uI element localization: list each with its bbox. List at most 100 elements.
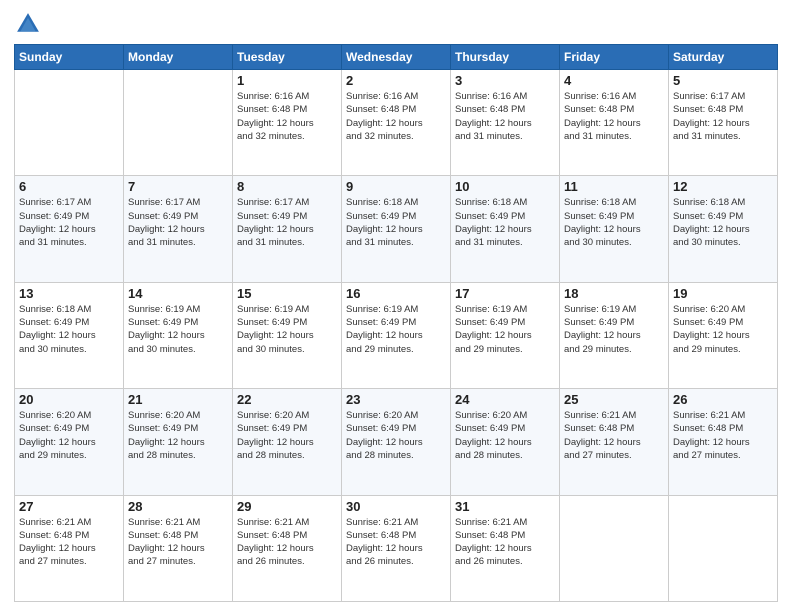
day-number: 20	[19, 392, 119, 407]
calendar-cell: 15 Sunrise: 6:19 AMSunset: 6:49 PMDayligh…	[233, 282, 342, 388]
day-number: 25	[564, 392, 664, 407]
calendar-cell: 8Sunrise: 6:17 AMSunset: 6:49 PMDaylight…	[233, 176, 342, 282]
logo	[14, 10, 46, 38]
calendar-cell	[15, 70, 124, 176]
day-number: 21	[128, 392, 228, 407]
day-number: 16	[346, 286, 446, 301]
calendar-cell: 21 Sunrise: 6:20 AMSunset: 6:49 PMDayligh…	[124, 389, 233, 495]
day-info: Sunrise: 6:21 AMSunset: 6:48 PMDaylight:…	[128, 516, 228, 569]
calendar-cell: 28 Sunrise: 6:21 AMSunset: 6:48 PMDayligh…	[124, 495, 233, 601]
day-number: 6	[19, 179, 119, 194]
day-number: 9	[346, 179, 446, 194]
day-number: 18	[564, 286, 664, 301]
day-info: Sunrise: 6:19 AMSunset: 6:49 PMDaylight:…	[455, 303, 555, 356]
calendar-week-row: 1 Sunrise: 6:16 AMSunset: 6:48 PMDaylight…	[15, 70, 778, 176]
day-number: 19	[673, 286, 773, 301]
calendar-cell: 13Sunrise: 6:18 AMSunset: 6:49 PMDayligh…	[15, 282, 124, 388]
calendar-cell: 11 Sunrise: 6:18 AMSunset: 6:49 PMDayligh…	[560, 176, 669, 282]
calendar-cell: 29 Sunrise: 6:21 AMSunset: 6:48 PMDayligh…	[233, 495, 342, 601]
calendar-cell: 30Sunrise: 6:21 AMSunset: 6:48 PMDayligh…	[342, 495, 451, 601]
day-info: Sunrise: 6:18 AMSunset: 6:49 PMDaylight:…	[346, 196, 446, 249]
day-number: 26	[673, 392, 773, 407]
calendar-cell	[669, 495, 778, 601]
day-info: Sunrise: 6:20 AMSunset: 6:49 PMDaylight:…	[346, 409, 446, 462]
calendar-cell: 20 Sunrise: 6:20 AMSunset: 6:49 PMDayligh…	[15, 389, 124, 495]
day-number: 22	[237, 392, 337, 407]
calendar-cell: 14Sunrise: 6:19 AMSunset: 6:49 PMDayligh…	[124, 282, 233, 388]
day-info: Sunrise: 6:20 AMSunset: 6:49 PMDaylight:…	[455, 409, 555, 462]
day-info: Sunrise: 6:19 AMSunset: 6:49 PMDaylight:…	[237, 303, 337, 356]
calendar-cell: 31Sunrise: 6:21 AMSunset: 6:48 PMDayligh…	[451, 495, 560, 601]
day-info: Sunrise: 6:16 AMSunset: 6:48 PMDaylight:…	[455, 90, 555, 143]
weekday-header: Friday	[560, 45, 669, 70]
calendar-week-row: 20 Sunrise: 6:20 AMSunset: 6:49 PMDayligh…	[15, 389, 778, 495]
day-info: Sunrise: 6:16 AMSunset: 6:48 PMDaylight:…	[237, 90, 337, 143]
calendar-cell: 5Sunrise: 6:17 AMSunset: 6:48 PMDaylight…	[669, 70, 778, 176]
calendar-cell: 4 Sunrise: 6:16 AMSunset: 6:48 PMDaylight…	[560, 70, 669, 176]
calendar-cell: 25 Sunrise: 6:21 AMSunset: 6:48 PMDayligh…	[560, 389, 669, 495]
calendar-table: SundayMondayTuesdayWednesdayThursdayFrid…	[14, 44, 778, 602]
day-info: Sunrise: 6:17 AMSunset: 6:49 PMDaylight:…	[237, 196, 337, 249]
calendar-cell: 26Sunrise: 6:21 AMSunset: 6:48 PMDayligh…	[669, 389, 778, 495]
day-info: Sunrise: 6:20 AMSunset: 6:49 PMDaylight:…	[128, 409, 228, 462]
day-number: 1	[237, 73, 337, 88]
calendar-cell: 12 Sunrise: 6:18 AMSunset: 6:49 PMDayligh…	[669, 176, 778, 282]
day-info: Sunrise: 6:21 AMSunset: 6:48 PMDaylight:…	[237, 516, 337, 569]
day-number: 24	[455, 392, 555, 407]
logo-icon	[14, 10, 42, 38]
day-number: 27	[19, 499, 119, 514]
calendar-cell: 16 Sunrise: 6:19 AMSunset: 6:49 PMDayligh…	[342, 282, 451, 388]
day-info: Sunrise: 6:21 AMSunset: 6:48 PMDaylight:…	[455, 516, 555, 569]
day-number: 17	[455, 286, 555, 301]
day-info: Sunrise: 6:18 AMSunset: 6:49 PMDaylight:…	[455, 196, 555, 249]
day-info: Sunrise: 6:16 AMSunset: 6:48 PMDaylight:…	[564, 90, 664, 143]
calendar-week-row: 13Sunrise: 6:18 AMSunset: 6:49 PMDayligh…	[15, 282, 778, 388]
day-number: 11	[564, 179, 664, 194]
weekday-header: Saturday	[669, 45, 778, 70]
calendar-cell: 22 Sunrise: 6:20 AMSunset: 6:49 PMDayligh…	[233, 389, 342, 495]
day-number: 10	[455, 179, 555, 194]
day-number: 3	[455, 73, 555, 88]
calendar-cell: 18Sunrise: 6:19 AMSunset: 6:49 PMDayligh…	[560, 282, 669, 388]
calendar-header-row: SundayMondayTuesdayWednesdayThursdayFrid…	[15, 45, 778, 70]
day-number: 14	[128, 286, 228, 301]
weekday-header: Sunday	[15, 45, 124, 70]
day-info: Sunrise: 6:17 AMSunset: 6:49 PMDaylight:…	[19, 196, 119, 249]
weekday-header: Monday	[124, 45, 233, 70]
day-info: Sunrise: 6:21 AMSunset: 6:48 PMDaylight:…	[564, 409, 664, 462]
calendar-cell: 3 Sunrise: 6:16 AMSunset: 6:48 PMDaylight…	[451, 70, 560, 176]
day-info: Sunrise: 6:17 AMSunset: 6:49 PMDaylight:…	[128, 196, 228, 249]
weekday-header: Thursday	[451, 45, 560, 70]
day-number: 13	[19, 286, 119, 301]
day-number: 4	[564, 73, 664, 88]
day-number: 23	[346, 392, 446, 407]
calendar-cell: 9 Sunrise: 6:18 AMSunset: 6:49 PMDaylight…	[342, 176, 451, 282]
weekday-header: Wednesday	[342, 45, 451, 70]
day-number: 15	[237, 286, 337, 301]
day-info: Sunrise: 6:19 AMSunset: 6:49 PMDaylight:…	[346, 303, 446, 356]
calendar-cell	[124, 70, 233, 176]
page: SundayMondayTuesdayWednesdayThursdayFrid…	[0, 0, 792, 612]
day-number: 12	[673, 179, 773, 194]
calendar-week-row: 6 Sunrise: 6:17 AMSunset: 6:49 PMDaylight…	[15, 176, 778, 282]
day-info: Sunrise: 6:18 AMSunset: 6:49 PMDaylight:…	[673, 196, 773, 249]
day-info: Sunrise: 6:18 AMSunset: 6:49 PMDaylight:…	[564, 196, 664, 249]
day-number: 2	[346, 73, 446, 88]
day-number: 5	[673, 73, 773, 88]
calendar-cell: 23 Sunrise: 6:20 AMSunset: 6:49 PMDayligh…	[342, 389, 451, 495]
day-number: 29	[237, 499, 337, 514]
calendar-cell: 10 Sunrise: 6:18 AMSunset: 6:49 PMDayligh…	[451, 176, 560, 282]
calendar-cell: 7 Sunrise: 6:17 AMSunset: 6:49 PMDaylight…	[124, 176, 233, 282]
day-info: Sunrise: 6:20 AMSunset: 6:49 PMDaylight:…	[19, 409, 119, 462]
calendar-cell: 2 Sunrise: 6:16 AMSunset: 6:48 PMDaylight…	[342, 70, 451, 176]
calendar-body: 1 Sunrise: 6:16 AMSunset: 6:48 PMDaylight…	[15, 70, 778, 602]
calendar-cell: 1 Sunrise: 6:16 AMSunset: 6:48 PMDaylight…	[233, 70, 342, 176]
day-info: Sunrise: 6:16 AMSunset: 6:48 PMDaylight:…	[346, 90, 446, 143]
day-number: 30	[346, 499, 446, 514]
day-info: Sunrise: 6:20 AMSunset: 6:49 PMDaylight:…	[237, 409, 337, 462]
day-number: 7	[128, 179, 228, 194]
day-number: 28	[128, 499, 228, 514]
calendar-cell: 6 Sunrise: 6:17 AMSunset: 6:49 PMDaylight…	[15, 176, 124, 282]
day-info: Sunrise: 6:20 AMSunset: 6:49 PMDaylight:…	[673, 303, 773, 356]
day-info: Sunrise: 6:21 AMSunset: 6:48 PMDaylight:…	[19, 516, 119, 569]
